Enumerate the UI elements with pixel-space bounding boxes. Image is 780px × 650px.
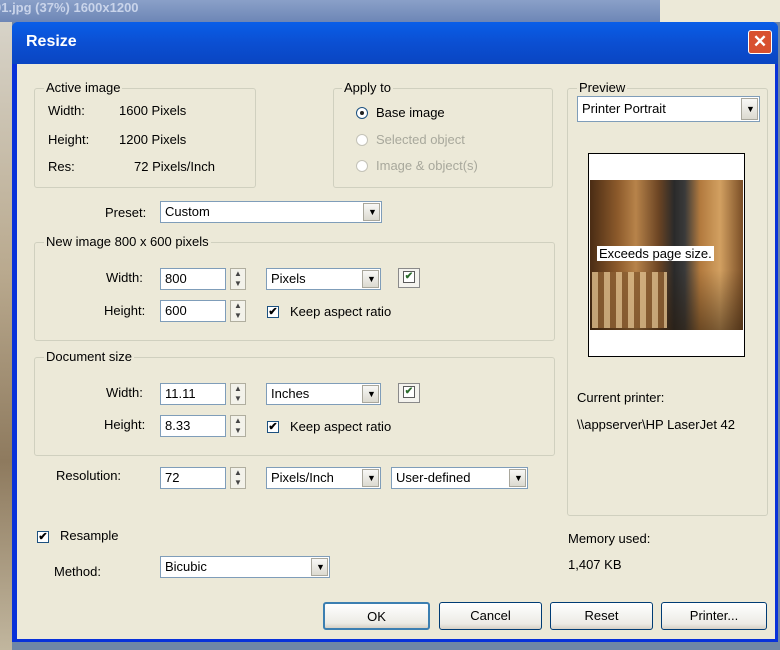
document-size-legend: Document size <box>44 349 134 364</box>
apply-base-image-label[interactable]: Base image <box>376 105 445 120</box>
apply-selected-object-radio <box>356 134 368 146</box>
doc-height-spinner[interactable]: ▲ ▼ <box>230 415 246 437</box>
resolution-mode-select[interactable]: User-defined ▼ <box>391 467 528 489</box>
resolution-unit-value: Pixels/Inch <box>271 470 334 485</box>
resolution-mode-value: User-defined <box>396 470 471 485</box>
doc-unit-select[interactable]: Inches ▼ <box>266 383 381 405</box>
active-image-legend: Active image <box>44 80 123 95</box>
preview-image-chairs <box>592 272 667 328</box>
active-res-label: Res: <box>48 159 75 174</box>
active-res-value: 72 Pixels/Inch <box>134 159 215 174</box>
doc-width-label: Width: <box>106 385 143 400</box>
current-printer-label: Current printer: <box>577 390 665 405</box>
new-height-label: Height: <box>104 303 146 318</box>
new-width-input[interactable]: 800 <box>160 268 226 290</box>
method-value: Bicubic <box>165 559 207 574</box>
apply-selected-object-label: Selected object <box>376 132 465 147</box>
background-window-title: 01.jpg (37%) 1600x1200 <box>0 0 139 15</box>
resolution-input[interactable]: 72 <box>160 467 226 489</box>
active-width-label: Width: <box>48 103 85 118</box>
background-toolbar <box>660 0 780 22</box>
chevron-down-icon[interactable]: ▼ <box>363 203 380 221</box>
doc-link-button[interactable]: ✔ <box>398 383 420 403</box>
apply-to-legend: Apply to <box>342 80 393 95</box>
resolution-unit-select[interactable]: Pixels/Inch ▼ <box>266 467 381 489</box>
chevron-down-icon[interactable]: ▼ <box>509 469 526 487</box>
new-image-legend: New image 800 x 600 pixels <box>44 234 211 249</box>
apply-image-and-objects-radio <box>356 160 368 172</box>
preview-warning: Exceeds page size. <box>597 246 714 261</box>
background-image-strip <box>0 22 12 650</box>
close-button[interactable]: ✕ <box>748 30 772 54</box>
ok-button[interactable]: OK <box>323 602 430 630</box>
new-height-spinner[interactable]: ▲ ▼ <box>230 300 246 322</box>
resample-label[interactable]: Resample <box>60 528 119 543</box>
chevron-down-icon[interactable]: ▼ <box>362 469 379 487</box>
chevron-down-icon[interactable]: ▼ <box>741 98 758 120</box>
apply-base-image-radio[interactable] <box>356 107 368 119</box>
link-check-icon: ✔ <box>403 386 415 398</box>
memory-used-label: Memory used: <box>568 531 651 546</box>
printer-button[interactable]: Printer... <box>661 602 767 630</box>
preview-legend: Preview <box>577 80 628 95</box>
active-height-label: Height: <box>48 132 90 147</box>
new-image-group <box>34 242 555 341</box>
resample-checkbox[interactable]: ✔ <box>37 531 49 543</box>
new-keep-aspect-label[interactable]: Keep aspect ratio <box>290 304 391 319</box>
doc-width-input[interactable]: 11.11 <box>160 383 226 405</box>
dialog-title: Resize <box>26 33 77 50</box>
active-width-value: 1600 Pixels <box>119 103 187 118</box>
preview-mode-select[interactable]: Printer Portrait ▼ <box>577 96 760 122</box>
new-unit-select[interactable]: Pixels ▼ <box>266 268 381 290</box>
preset-select[interactable]: Custom ▼ <box>160 201 382 223</box>
preset-label: Preset: <box>105 205 147 220</box>
doc-width-spinner[interactable]: ▲ ▼ <box>230 383 246 405</box>
link-check-icon: ✔ <box>403 271 415 283</box>
new-link-button[interactable]: ✔ <box>398 268 420 288</box>
preset-value: Custom <box>165 204 210 219</box>
method-label: Method: <box>54 564 101 579</box>
new-height-input[interactable]: 600 <box>160 300 226 322</box>
reset-button[interactable]: Reset <box>550 602 653 630</box>
chevron-down-icon[interactable]: ▼ <box>362 270 379 288</box>
doc-height-input[interactable]: 8.33 <box>160 415 226 437</box>
current-printer-value: \\appserver\HP LaserJet 42 <box>577 417 736 432</box>
new-unit-value: Pixels <box>271 271 306 286</box>
active-height-value: 1200 Pixels <box>119 132 187 147</box>
preview-mode-value: Printer Portrait <box>582 101 666 116</box>
apply-image-and-objects-label: Image & object(s) <box>376 158 478 173</box>
dialog-titlebar[interactable] <box>12 22 778 64</box>
resolution-label: Resolution: <box>56 468 122 483</box>
new-width-label: Width: <box>106 270 143 285</box>
chevron-down-icon[interactable]: ▼ <box>311 558 328 576</box>
doc-unit-value: Inches <box>271 386 310 401</box>
method-select[interactable]: Bicubic ▼ <box>160 556 330 578</box>
resolution-spinner[interactable]: ▲ ▼ <box>230 467 246 489</box>
doc-keep-aspect-checkbox[interactable]: ✔ <box>267 421 279 433</box>
cancel-button[interactable]: Cancel <box>439 602 542 630</box>
doc-keep-aspect-label[interactable]: Keep aspect ratio <box>290 419 391 434</box>
memory-used-value: 1,407 KB <box>568 557 622 572</box>
new-keep-aspect-checkbox[interactable]: ✔ <box>267 306 279 318</box>
document-size-group <box>34 357 555 456</box>
chevron-down-icon[interactable]: ▼ <box>362 385 379 403</box>
new-width-spinner[interactable]: ▲ ▼ <box>230 268 246 290</box>
doc-height-label: Height: <box>104 417 146 432</box>
